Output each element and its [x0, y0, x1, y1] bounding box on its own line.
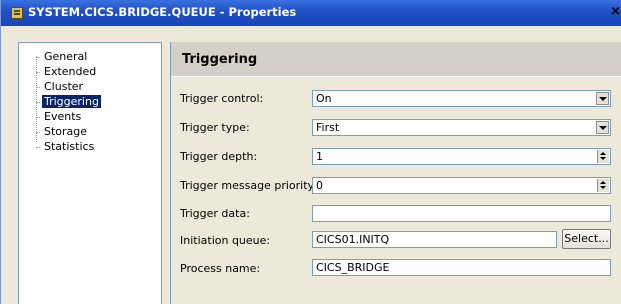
process-name-label: Process name:	[180, 262, 261, 275]
initiation-queue-label: Initiation queue:	[180, 234, 271, 247]
trigger-control-label: Trigger control:	[180, 92, 264, 105]
trigger-type-label: Trigger type:	[180, 121, 250, 134]
tree-branch-line	[36, 102, 40, 103]
tree-item-label: General	[44, 50, 88, 63]
initiation-queue-input[interactable]: CICS01.INITQ	[312, 231, 557, 248]
trigger-depth-spinner[interactable]: 1	[312, 148, 611, 165]
category-tree: General Extended Cluster Triggering Even…	[18, 42, 162, 304]
tree-item-label: Extended	[44, 65, 97, 78]
spinner-arrows-icon[interactable]	[597, 150, 609, 163]
tree-branch-line	[36, 72, 40, 73]
panel-header: Triggering	[171, 42, 621, 77]
spinner-arrows-icon[interactable]	[597, 179, 609, 192]
process-name-value: CICS_BRIDGE	[316, 261, 390, 274]
trigger-message-priority-label: Trigger message priority:	[180, 179, 317, 192]
spinner-up-icon[interactable]	[600, 181, 606, 184]
chevron-down-icon[interactable]	[596, 92, 609, 105]
tree-branch-line	[36, 87, 40, 88]
tree-item-label: Triggering	[42, 95, 101, 108]
spinner-up-icon[interactable]	[600, 152, 606, 155]
tree-item-label: Events	[44, 110, 82, 123]
tree-branch-line	[36, 132, 40, 133]
trigger-data-input[interactable]	[312, 205, 611, 222]
trigger-control-value: On	[316, 92, 332, 105]
trigger-message-priority-value: 0	[316, 179, 323, 192]
trigger-data-label: Trigger data:	[180, 207, 250, 220]
trigger-depth-value: 1	[316, 150, 323, 163]
spinner-down-icon[interactable]	[600, 157, 606, 160]
trigger-message-priority-spinner[interactable]: 0	[312, 177, 611, 194]
chevron-down-icon[interactable]	[596, 121, 609, 134]
title-bar[interactable]: SYSTEM.CICS.BRIDGE.QUEUE - Properties ×	[1, 0, 621, 26]
panel-title: Triggering	[182, 52, 258, 67]
trigger-control-dropdown[interactable]: On	[312, 90, 611, 107]
close-icon[interactable]: ×	[610, 4, 621, 19]
process-name-input[interactable]: CICS_BRIDGE	[312, 259, 611, 276]
queue-app-icon	[11, 7, 23, 19]
tree-branch-line	[36, 117, 40, 118]
tree-branch-line	[36, 57, 40, 58]
properties-window: SYSTEM.CICS.BRIDGE.QUEUE - Properties × …	[0, 0, 621, 304]
spinner-down-icon[interactable]	[600, 186, 606, 189]
tree-item-label: Cluster	[44, 80, 84, 93]
select-button[interactable]: Select...	[562, 229, 611, 249]
tree-connector-line	[36, 56, 37, 142]
tree-branch-line	[36, 147, 40, 148]
trigger-type-value: First	[316, 121, 340, 134]
trigger-type-dropdown[interactable]: First	[312, 119, 611, 136]
window-title: SYSTEM.CICS.BRIDGE.QUEUE - Properties	[28, 5, 297, 19]
tree-item-label: Statistics	[44, 140, 95, 153]
trigger-depth-label: Trigger depth:	[180, 150, 258, 163]
tree-item-label: Storage	[44, 125, 88, 138]
initiation-queue-value: CICS01.INITQ	[316, 233, 390, 246]
